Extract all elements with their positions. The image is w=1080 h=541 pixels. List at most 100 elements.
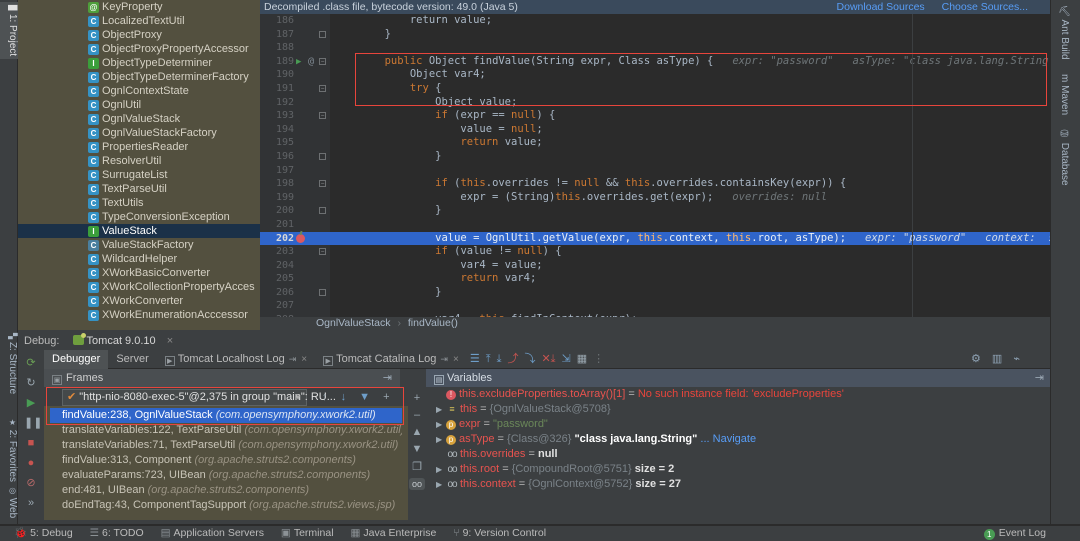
run-method-icon[interactable]: ▶ [296,56,301,70]
step-over-icon[interactable]: ⤓ [494,350,505,369]
fold-end-icon[interactable] [319,288,326,296]
tree-item[interactable]: C TextParseUtil [18,182,260,196]
sidebar-tab-favorites[interactable]: ★ 2: Favorites [0,415,18,485]
variable-row[interactable]: ▶ oo this.root = {CompoundRoot@5751} size … [426,462,1050,477]
download-sources-link[interactable]: Download Sources [837,1,925,13]
pin-icon[interactable]: ▥ [992,353,1002,365]
code-line[interactable]: 205 return var4; [260,272,1050,286]
tree-item[interactable]: C TextUtils [18,196,260,210]
plus-icon[interactable]: + [383,391,389,403]
fold-start-icon[interactable]: − [319,180,326,188]
expand-arrow-icon[interactable]: ▶ [436,462,446,477]
variable-row[interactable]: ▶!this.excludeProperties.toArray()[1] = … [426,387,1050,402]
resume-icon[interactable]: ▶ [24,396,38,410]
chevron-down-icon[interactable]: ▼ [294,390,302,405]
fold-end-icon[interactable] [319,30,326,38]
down-icon[interactable]: ▼ [408,443,426,455]
step-into-icon[interactable]: ⤴ [504,350,521,369]
tree-item[interactable]: C ObjectProxyPropertyAccessor [18,42,260,56]
breadcrumb[interactable]: OgnlValueStack › findValue() [260,317,1050,330]
up-icon[interactable]: ▲ [408,426,426,438]
code-line[interactable]: 204 var4 = value; [260,259,1050,273]
down-arrow-icon[interactable]: ↓ [341,391,347,403]
code-line[interactable]: 194 value = null; [260,123,1050,137]
up-arrow-icon[interactable]: ↑ [322,391,328,403]
rerun-icon[interactable]: ⟳ [24,356,38,370]
project-tree[interactable]: @ KeyProperty C LocalizedTextUtil C ObjectPro… [18,0,260,330]
code-line[interactable]: 193 − if (expr == null) { [260,109,1050,123]
code-line[interactable]: 203 − if (value != null) { [260,245,1050,259]
step-out-icon[interactable]: ✕⤓ [538,350,558,369]
frames-collapse-icon[interactable]: ⇥ [383,369,392,387]
frame-row[interactable]: findValue:238, OgnlValueStack (com.opens… [50,408,402,423]
code-line[interactable]: 187 } [260,28,1050,42]
tree-item[interactable]: C OgnlUtil [18,98,260,112]
right-tab-maven[interactable]: m Maven [1059,74,1070,115]
fold-end-icon[interactable] [319,152,326,160]
code-line[interactable]: 188 [260,41,1050,55]
code-line[interactable]: 199 expr = (String)this.overrides.get(ex… [260,191,1050,205]
tree-item[interactable]: C TypeConversionException [18,210,260,224]
tree-item[interactable]: C LocalizedTextUtil [18,14,260,28]
settings-icon[interactable]: ⚙ [971,353,981,365]
watches-icon[interactable]: oo [409,478,425,490]
evaluate-icon[interactable]: ▦ [574,350,590,369]
tree-item[interactable]: C OgnlContextState [18,84,260,98]
status-item-debug[interactable]: 🐞 5: Debug [14,525,73,541]
tree-item[interactable]: I ObjectTypeDeterminer [18,56,260,70]
variable-navigate-link[interactable]: ... Navigate [697,433,756,445]
fold-start-icon[interactable]: − [319,112,326,120]
frame-row[interactable]: end:481, UIBean (org.apache.struts2.comp… [50,483,402,498]
breakpoint-icon[interactable] [296,233,305,243]
variable-row[interactable]: ▶ p expr = "password" [426,417,1050,432]
variable-row[interactable]: ▶oothis.overrides = null [426,447,1050,462]
frames-list[interactable]: findValue:238, OgnlValueStack (com.opens… [50,408,402,520]
debug-tab-tomcat-catalina-log[interactable]: ▶ Tomcat Catalina Log ⇥ × [315,350,467,369]
close-icon[interactable]: × [453,354,459,365]
layout-icon[interactable]: ☰ [467,350,483,369]
tree-item[interactable]: C OgnlValueStack [18,112,260,126]
tree-item[interactable]: C ValueStackFactory [18,238,260,252]
breadcrumb-method[interactable]: findValue() [408,317,458,329]
code-line[interactable]: 192 Object value; [260,96,1050,110]
status-item-application-servers[interactable]: ▤ Application Servers [161,525,264,541]
code-line[interactable]: 186 return value; [260,14,1050,28]
code-line[interactable]: 197 [260,164,1050,178]
fold-end-icon[interactable] [319,207,326,215]
code-line[interactable]: 190 Object var4; [260,68,1050,82]
tree-item[interactable]: C PropertiesReader [18,140,260,154]
event-log-button[interactable]: 1 Event Log [983,525,1046,541]
variable-row[interactable]: ▶ oo this.context = {OgnlContext@5752} siz… [426,477,1050,492]
debug-tab-server[interactable]: Server [108,350,156,369]
tree-item[interactable]: C ResolverUtil [18,154,260,168]
plus-icon[interactable]: + [408,392,426,404]
sidebar-tab-project[interactable]: ▉ 1: Project [0,2,18,60]
more-icon[interactable]: » [24,496,38,510]
minus-icon[interactable]: – [408,409,426,421]
code-line[interactable]: 202 value = OgnlUtil.getValue(expr, this… [260,231,1050,246]
frame-row[interactable]: evaluateParams:723, UIBean (org.apache.s… [50,468,402,483]
variables-collapse-icon[interactable]: ⇥ [1035,369,1044,387]
thread-selector[interactable]: ✔ "http-nio-8080-exec-5"@2,375 in group "… [62,389,336,406]
copy-icon[interactable]: ❐ [408,460,426,473]
tree-item[interactable]: I ValueStack [18,224,260,238]
code-line[interactable]: 207 [260,299,1050,313]
pause-icon[interactable]: ❚❚ [24,416,42,430]
help-icon[interactable]: ⌁ [1013,353,1020,365]
tree-item[interactable]: C XWorkCollectionPropertyAcces [18,280,260,294]
right-tab-database[interactable]: ⛁ Database [1059,129,1070,186]
expand-arrow-icon[interactable]: ▶ [436,402,446,417]
run-to-cursor-icon[interactable]: ⇲ [559,350,574,369]
code-line[interactable]: 200 } [260,204,1050,218]
show-execution-point-icon[interactable]: ⤒ [483,350,494,369]
filter-icon[interactable]: ▼ [359,391,370,403]
expand-arrow-icon[interactable]: ▶ [436,477,446,492]
debug-tab-debugger[interactable]: Debugger [44,350,109,369]
status-item-terminal[interactable]: ▣ Terminal [281,525,334,541]
tree-item[interactable]: C ObjectTypeDeterminerFactory [18,70,260,84]
code-line[interactable]: 191 − try { [260,82,1050,96]
fold-start-icon[interactable]: − [319,248,326,256]
sidebar-tab-web[interactable]: ◎ Web [0,483,18,521]
status-item-todo[interactable]: ☰ 6: TODO [90,525,144,541]
frame-row[interactable]: translateVariables:71, TextParseUtil (co… [50,438,402,453]
